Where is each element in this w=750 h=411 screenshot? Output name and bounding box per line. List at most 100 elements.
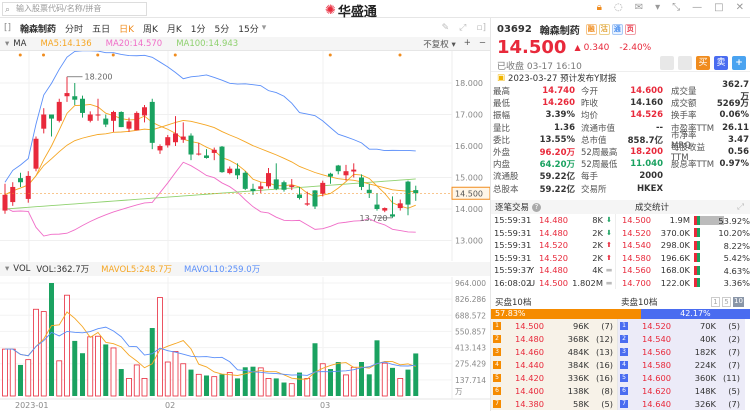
order-price: 14.560	[642, 346, 672, 357]
level-badge: 4	[620, 360, 628, 369]
shrink-icon[interactable]: ⤡	[672, 2, 680, 13]
ask-row[interactable]: 7 14.640 326K (7)	[618, 397, 745, 410]
stat-label: 交易所	[581, 184, 607, 195]
search-placeholder: 输入股票代码/名称/拼音	[16, 4, 102, 13]
candle-down	[49, 114, 54, 119]
chevron-down-icon[interactable]: ▾	[262, 23, 267, 33]
tab-daily-k[interactable]: 日K	[119, 22, 134, 35]
vol-value: VOL:362.7万	[36, 265, 90, 275]
expand-icon[interactable]: ⤢	[737, 202, 744, 212]
bid-row[interactable]: 1 14.500 96K (7)	[491, 319, 617, 332]
mail-icon[interactable]: ✉	[635, 2, 643, 13]
stat-label: 振幅	[493, 111, 511, 122]
ask-row[interactable]: 1 14.520 70K (5)	[618, 319, 745, 332]
collapse-icon[interactable]: ▾	[5, 264, 9, 274]
add-indicator-button[interactable]: +	[464, 38, 471, 50]
volume-bar-down	[273, 378, 279, 396]
depth-1-button[interactable]: 1	[711, 297, 720, 307]
panel-toggle-icon[interactable]: []	[4, 23, 11, 33]
level-badge: 5	[620, 373, 628, 382]
stat-label: 内盘	[493, 160, 511, 171]
order-count: (12)	[595, 333, 613, 344]
stat-value: 26.11	[722, 122, 749, 133]
order-price: 14.460	[515, 346, 545, 357]
collapse-icon[interactable]: ▾	[5, 39, 9, 49]
ask-row[interactable]: 2 14.540 40K (2)	[618, 332, 745, 345]
candle-down	[242, 172, 248, 189]
trade-stats-title: 成交统计	[635, 203, 670, 213]
bid-row[interactable]: 3 14.460 484K (13)	[491, 345, 617, 358]
dist-pct: 4.63%	[723, 265, 750, 276]
add-watchlist-button[interactable]: +	[732, 56, 746, 70]
ask-row[interactable]: 4 14.580 224K (7)	[618, 358, 745, 371]
earnings-notice[interactable]: ▣ 2023-03-27 预计发布Y财报	[491, 71, 750, 84]
stat-value: 1.36	[554, 122, 575, 133]
tab-5min[interactable]: 5分	[215, 22, 230, 35]
headset-icon[interactable]: ◌	[614, 2, 623, 13]
sidebar-toggle-icon[interactable]: ▫]	[476, 23, 486, 33]
minimize-button[interactable]: —	[692, 2, 702, 13]
close-button[interactable]: ✕	[736, 2, 744, 13]
trade-price: 14.520	[539, 252, 569, 263]
depth-10-button[interactable]: 10	[733, 297, 744, 307]
sell-button[interactable]: 卖	[714, 56, 728, 70]
price-chart[interactable]: 18.000 17.000 16.000 15.000 14.000 13.000 14.5…	[0, 51, 490, 261]
dist-bar: 4.63%	[694, 265, 750, 276]
note-icon[interactable]	[678, 56, 692, 70]
maximize-button[interactable]: □	[714, 2, 723, 13]
volume-bar-down	[235, 378, 240, 396]
pencil-icon[interactable]: ✎	[442, 23, 450, 33]
stat-label: 成交额	[671, 99, 697, 110]
candle-up	[397, 203, 403, 209]
ask-row[interactable]: 3 14.560 182K (7)	[618, 345, 745, 358]
dist-pct: 3.36%	[723, 278, 750, 289]
bid-row[interactable]: 5 14.420 336K (16)	[491, 371, 617, 384]
bid-row[interactable]: 2 14.480 368K (12)	[491, 332, 617, 345]
volume-bar-up	[265, 378, 272, 397]
order-price: 14.400	[515, 385, 545, 396]
candle-up	[266, 173, 271, 187]
help-icon[interactable]: ?	[532, 202, 542, 212]
tab-intraday[interactable]: 分时	[65, 22, 83, 35]
trade-row: 15:59:31 14.520 2K ⬆	[491, 252, 615, 265]
alert-icon[interactable]	[660, 56, 674, 70]
dist-pct: 8.22%	[723, 240, 750, 251]
ma20-value: MA20:14.570	[105, 38, 163, 49]
search-input[interactable]: ⌕ 输入股票代码/名称/拼音	[2, 2, 147, 16]
candle-down	[413, 190, 419, 194]
order-volume: 336K	[567, 372, 589, 383]
bid-row[interactable]: 6 14.400 138K (8)	[491, 384, 617, 397]
trade-row: 15:59:31 14.520 2K ⬆	[491, 239, 615, 252]
logo: ✺ 华盛通	[325, 1, 377, 20]
dist-bar: 10.20%	[694, 228, 750, 239]
level-badge: 1	[493, 321, 501, 330]
tab-weekly-k[interactable]: 周K	[143, 22, 158, 35]
fullscreen-icon[interactable]: ⤢	[459, 23, 466, 33]
stat-label: 今开	[581, 87, 599, 98]
x-tick-label: 02	[165, 401, 175, 410]
ask-row[interactable]: 5 14.600 360K (11)	[618, 371, 745, 384]
dist-pct: 10.20%	[718, 228, 750, 239]
bid-title: 买盘10档	[495, 298, 532, 308]
volume-chart[interactable]: 964.000 826.286 688.572 550.857 413.143 275.4…	[0, 277, 490, 411]
ask-row[interactable]: 6 14.620 148K (5)	[618, 384, 745, 397]
low-label: 13.720	[360, 214, 388, 223]
remove-indicator-button[interactable]: −	[479, 38, 486, 50]
bid-row[interactable]: 7 14.380 58K (5)	[491, 397, 617, 410]
order-count: (5)	[601, 398, 613, 409]
volume-bar-up	[288, 383, 295, 397]
order-volume: 40K	[700, 333, 716, 344]
tab-1min[interactable]: 1分	[191, 22, 206, 35]
adjust-select[interactable]: 不复权 ▾	[423, 38, 455, 50]
dist-pct: 5.42%	[723, 253, 750, 264]
order-count: (8)	[601, 385, 613, 396]
lock-icon[interactable]: 🔒︎	[597, 2, 602, 13]
tab-5day[interactable]: 五日	[92, 22, 110, 35]
tab-15min[interactable]: 15分	[238, 22, 258, 35]
depth-5-button[interactable]: 5	[722, 297, 731, 307]
trade-row: 15:59:31 14.480 2K ⬇	[491, 227, 615, 240]
buy-button[interactable]: 买	[696, 56, 710, 70]
shirt-icon[interactable]: ▾	[655, 2, 660, 13]
bid-row[interactable]: 4 14.440 384K (16)	[491, 358, 617, 371]
tab-monthly-k[interactable]: 月K	[167, 22, 182, 35]
